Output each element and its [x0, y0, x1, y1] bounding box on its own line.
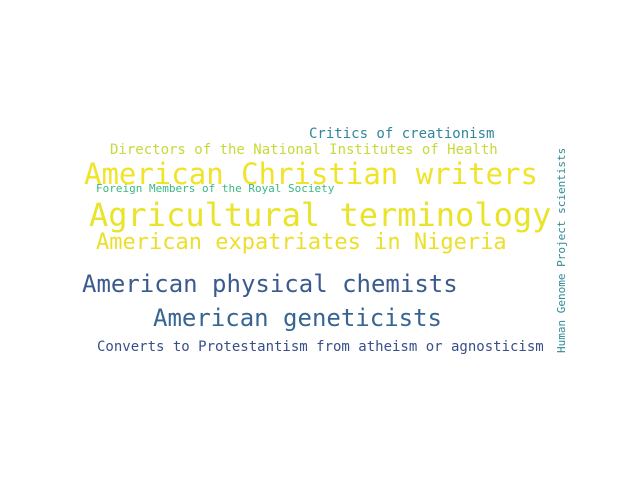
word-directors-nih: Directors of the National Institutes of …	[110, 142, 498, 158]
word-american-expatriates-nigeria: American expatriates in Nigeria	[96, 230, 507, 255]
word-human-genome-project-scientists: Human Genome Project scientists	[555, 147, 568, 353]
word-american-physical-chemists: American physical chemists	[82, 270, 458, 298]
word-american-geneticists: American geneticists	[153, 304, 442, 332]
word-foreign-members-royal-society: Foreign Members of the Royal Society	[96, 182, 335, 195]
word-critics-of-creationism: Critics of creationism	[309, 126, 495, 142]
word-agricultural-terminology: Agricultural terminology	[89, 196, 552, 234]
word-cloud: Critics of creationism Directors of the …	[0, 0, 640, 480]
word-converts-to-protestantism: Converts to Protestantism from atheism o…	[97, 339, 544, 355]
